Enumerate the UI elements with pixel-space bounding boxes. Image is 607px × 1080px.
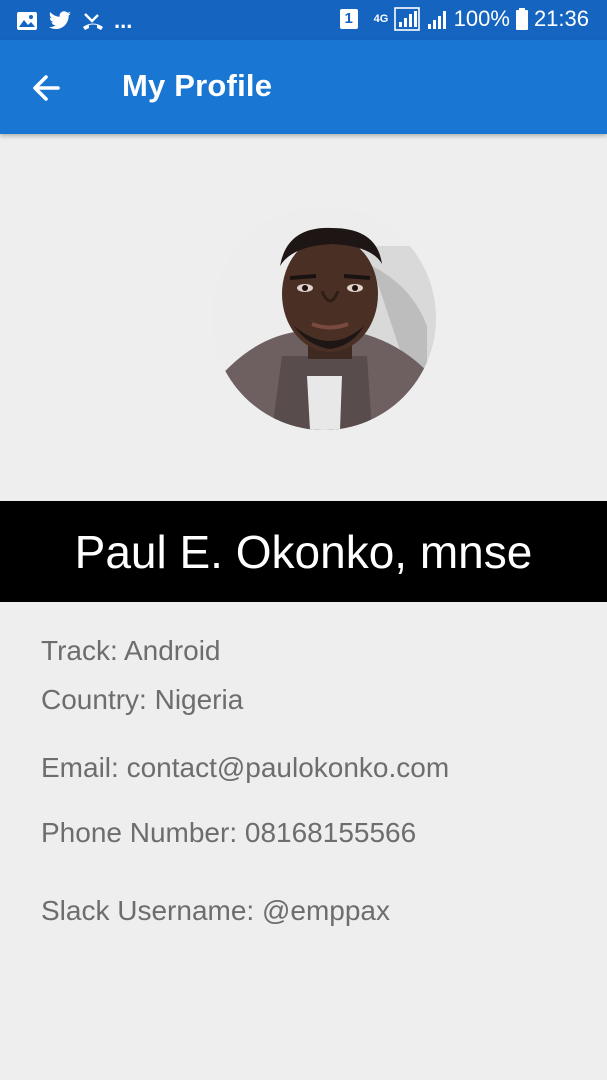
battery-icon: [515, 8, 528, 30]
image-icon: [17, 12, 37, 30]
signal-icon: [393, 7, 420, 31]
notification-icons: ...: [16, 8, 132, 34]
twitter-icon: [48, 11, 71, 29]
profile-name: Paul E. Okonko, mnse: [74, 525, 533, 578]
name-banner: Paul E. Okonko, mnse: [0, 501, 607, 602]
arrow-left-icon: [33, 75, 60, 101]
track-info: Track: Android: [41, 635, 221, 666]
phone-info[interactable]: Phone Number: 08168155566: [41, 817, 416, 849]
profile-photo: [212, 206, 436, 430]
sim-icon: 1: [339, 9, 358, 29]
clock: 21:36: [533, 6, 589, 31]
missed-call-icon: [83, 13, 103, 30]
more-notifications: ...: [114, 8, 133, 33]
battery-percent: 100%: [453, 6, 510, 31]
signal-icon-2: [427, 11, 446, 29]
status-bar: ... 1 4G 100% 21:36: [0, 0, 607, 40]
network-type: 4G: [373, 12, 389, 25]
app-bar: My Profile: [0, 40, 607, 134]
slack-info: Slack Username: @emppax: [41, 895, 391, 926]
page-title: My Profile: [122, 68, 273, 103]
avatar: [212, 206, 436, 430]
back-button[interactable]: [24, 64, 72, 112]
country-info: Country: Nigeria: [41, 684, 244, 715]
system-status: 1 4G 100% 21:36: [339, 6, 589, 32]
email-info[interactable]: Email: contact@paulokonko.com: [41, 752, 449, 784]
